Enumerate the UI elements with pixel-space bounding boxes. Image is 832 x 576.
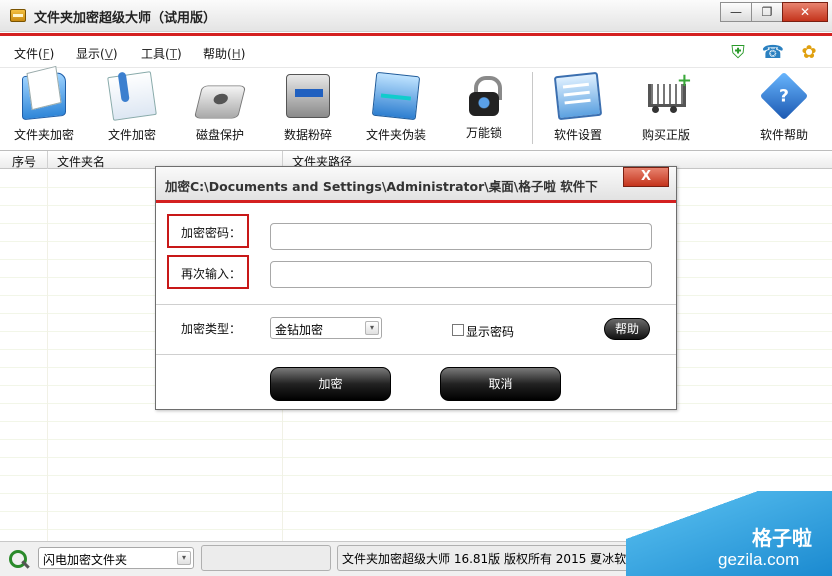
toolbar-separator [532, 72, 533, 144]
watermark-cn: 格子啦 [752, 526, 812, 550]
encrypt-button[interactable]: 加密 [270, 367, 391, 401]
tool-label: 万能锁 [465, 126, 502, 140]
encrypt-type-value: 金钻加密 [275, 323, 324, 337]
tool-folder-encrypt[interactable]: 文件夹加密 [2, 68, 86, 148]
menu-tools-accel: T [169, 47, 178, 61]
menu-bar: 文件(F) 显示(V) 工具(T) 帮助(H) ⛨ ☎ ✿ [0, 37, 832, 67]
menu-view-accel: V [104, 47, 113, 61]
menu-help-accel: H [231, 47, 241, 61]
minimize-button[interactable]: — [720, 2, 752, 22]
menu-tools[interactable]: 工具(T) [141, 45, 182, 62]
status-panel [201, 545, 331, 571]
menu-view-label: 显示( [76, 47, 105, 61]
menu-view-tail: ) [112, 47, 118, 61]
tool-shredder[interactable]: 数据粉碎 [266, 68, 350, 148]
accent-rule [0, 33, 832, 36]
tool-disk-protect[interactable]: 磁盘保护 [178, 68, 262, 148]
column-header-index[interactable]: 序号 [12, 153, 36, 170]
tool-settings[interactable]: 软件设置 [536, 68, 620, 148]
password-label: 加密密码： [167, 214, 249, 248]
confirm-password-field[interactable] [270, 261, 652, 288]
show-password-label[interactable]: 显示密码 [466, 323, 514, 340]
password-field[interactable] [270, 223, 652, 250]
tool-label: 文件夹伪装 [365, 128, 426, 142]
lock-icon [469, 76, 502, 116]
menu-tools-label: 工具( [141, 47, 170, 61]
encrypt-dialog: 加密C:\Documents and Settings\Administrato… [155, 166, 677, 410]
app-icon [10, 9, 26, 22]
column-divider[interactable] [47, 151, 48, 169]
watermark-en: gezila.com [718, 550, 800, 569]
disk-protect-icon [193, 85, 247, 119]
grid-line [47, 170, 48, 541]
search-icon[interactable] [8, 549, 30, 571]
chevron-down-icon[interactable]: ▾ [365, 321, 379, 335]
tool-label: 软件设置 [553, 128, 602, 142]
menu-view[interactable]: 显示(V) [76, 45, 118, 62]
close-button[interactable]: ✕ [782, 2, 828, 22]
menu-help-tail: ) [240, 47, 246, 61]
cart-icon: + [644, 70, 692, 118]
encrypt-mode-value: 闪电加密文件夹 [43, 553, 128, 567]
tool-folder-disguise[interactable]: 文件夹伪装 [354, 68, 438, 148]
menu-file[interactable]: 文件(F) [14, 45, 54, 62]
help-icon: ? [759, 71, 809, 121]
phone-icon[interactable]: ☎ [761, 40, 785, 64]
toolbar: 文件夹加密 文件加密 磁盘保护 数据粉碎 文件夹伪装 万能锁 软件设置 + 购买… [0, 67, 832, 149]
tool-universal-lock[interactable]: 万能锁 [442, 68, 526, 148]
menu-file-accel: F [42, 47, 50, 61]
tool-label: 磁盘保护 [195, 128, 244, 142]
tool-help[interactable]: ? 软件帮助 [742, 68, 826, 148]
dialog-title-bar[interactable]: 加密C:\Documents and Settings\Administrato… [156, 167, 676, 200]
tool-file-encrypt[interactable]: 文件加密 [90, 68, 174, 148]
tool-label: 购买正版 [641, 128, 690, 142]
menu-help[interactable]: 帮助(H) [203, 45, 245, 62]
window-controls: — ❐ ✕ [720, 2, 828, 24]
flower-icon[interactable]: ✿ [797, 40, 821, 64]
shield-icon[interactable]: ⛨ [726, 40, 750, 64]
menu-help-label: 帮助( [203, 47, 232, 61]
tool-label: 数据粉碎 [283, 128, 332, 142]
encrypt-type-label: 加密类型： [181, 322, 242, 336]
shredder-icon [286, 74, 330, 118]
title-bar: 文件夹加密超级大师（试用版） — ❐ ✕ [0, 0, 832, 32]
restore-button[interactable]: ❐ [751, 2, 783, 22]
tool-label: 文件夹加密 [13, 128, 74, 142]
folder-encrypt-icon [22, 71, 66, 121]
column-header-name[interactable]: 文件夹名 [57, 153, 105, 170]
dialog-title: 加密C:\Documents and Settings\Administrato… [165, 179, 598, 194]
chevron-down-icon[interactable]: ▾ [177, 551, 191, 565]
folder-disguise-icon [371, 71, 421, 121]
settings-icon [553, 71, 603, 121]
file-encrypt-icon [107, 71, 157, 121]
help-button[interactable]: 帮助 [604, 318, 650, 340]
plus-icon: + [676, 70, 692, 91]
tool-buy[interactable]: + 购买正版 [624, 68, 708, 148]
dialog-divider [156, 354, 676, 355]
menu-file-tail: ) [49, 47, 55, 61]
encrypt-mode-select[interactable]: 闪电加密文件夹 ▾ [38, 547, 194, 569]
show-password-checkbox[interactable] [452, 324, 464, 336]
dialog-accent-rule [156, 200, 676, 203]
cancel-button[interactable]: 取消 [440, 367, 561, 401]
encrypt-type-select[interactable]: 金钻加密 ▾ [270, 317, 382, 339]
dialog-divider [156, 304, 676, 305]
tool-label: 软件帮助 [759, 128, 808, 142]
menu-tools-tail: ) [177, 47, 182, 61]
confirm-label: 再次输入： [167, 255, 249, 289]
tool-label: 文件加密 [107, 128, 156, 142]
copyright-text: 文件夹加密超级大师 16.81版 版权所有 2015 夏冰软件( [337, 545, 637, 571]
window-title: 文件夹加密超级大师（试用版） [34, 11, 217, 26]
menu-file-label: 文件( [14, 47, 43, 61]
dialog-close-button[interactable]: X [623, 167, 669, 187]
